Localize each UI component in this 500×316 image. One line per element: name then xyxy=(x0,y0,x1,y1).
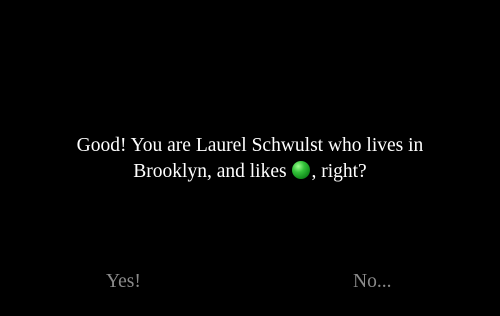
game-screen: Good! You are Laurel Schwulst who lives … xyxy=(0,0,500,316)
question-line-2: Brooklyn, and likes , right? xyxy=(0,159,500,185)
yes-button[interactable]: Yes! xyxy=(106,270,141,294)
question-line-1: Good! You are Laurel Schwulst who lives … xyxy=(0,133,500,159)
question-text-1: Good! You are Laurel Schwulst who lives … xyxy=(76,135,424,156)
question-text-2-after: , right? xyxy=(311,161,367,182)
green-ball-icon xyxy=(292,161,311,179)
no-button[interactable]: No... xyxy=(353,270,391,294)
confirmation-question: Good! You are Laurel Schwulst who lives … xyxy=(0,133,500,185)
question-text-2-before: Brooklyn, and likes xyxy=(133,161,292,182)
